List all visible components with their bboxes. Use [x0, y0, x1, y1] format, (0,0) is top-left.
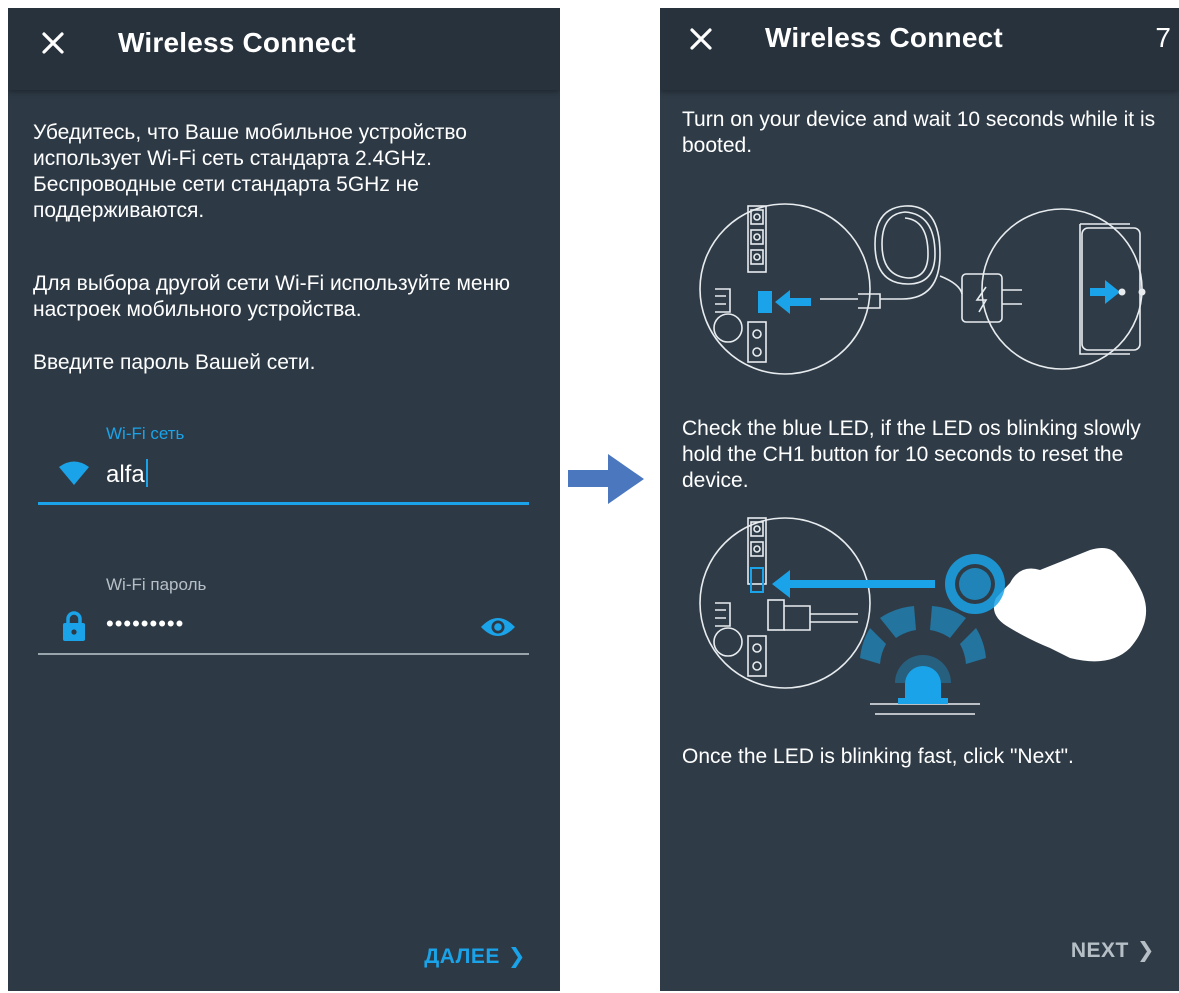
text-cursor	[145, 459, 148, 487]
next-button-label: ДАЛЕЕ	[424, 945, 500, 968]
power-plug-illustration	[699, 203, 1146, 375]
arrow-right-icon	[568, 454, 644, 504]
wifi-network-label: Wi-Fi сеть	[106, 424, 185, 443]
eye-icon[interactable]	[480, 615, 516, 639]
wifi-icon	[59, 461, 89, 485]
power-on-instruction: Turn on your device and wait 10 seconds …	[682, 108, 1156, 157]
chevron-right-icon: ❯	[507, 945, 526, 968]
wifi-network-underline	[38, 502, 529, 505]
wifi-password-input[interactable]: •••••••••	[106, 611, 184, 637]
close-icon[interactable]	[36, 26, 70, 60]
network-settings-text: Для выбора другой сети Wi-Fi используйте…	[33, 272, 510, 321]
app-bar: Wireless Connect	[8, 8, 560, 90]
blinking-fast-instruction: Once the LED is blinking fast, click "Ne…	[682, 745, 1074, 768]
app-bar: Wireless Connect 7	[660, 8, 1179, 90]
app-title: Wireless Connect	[118, 27, 356, 58]
close-icon[interactable]	[684, 22, 718, 56]
next-button-label: NEXT	[1070, 939, 1129, 962]
reset-button-illustration	[699, 517, 1147, 715]
network-notice-text: Убедитесь, что Ваше мобильное устройство…	[33, 121, 467, 222]
wifi-password-label: Wi-Fi пароль	[106, 575, 207, 594]
wifi-password-underline	[38, 653, 529, 655]
lock-icon	[63, 611, 85, 641]
wifi-network-value: alfa	[106, 461, 145, 488]
chevron-right-icon: ❯	[1136, 939, 1155, 962]
wifi-setup-screen: Wireless Connect Убедитесь, что Ваше моб…	[8, 8, 560, 991]
step-number: 7	[1155, 22, 1171, 53]
password-prompt-text: Введите пароль Вашей сети.	[33, 351, 316, 374]
next-button[interactable]: ДАЛЕЕ ❯	[424, 944, 526, 969]
next-button[interactable]: NEXT ❯	[1071, 938, 1155, 963]
app-title: Wireless Connect	[765, 22, 1003, 53]
blue-led-instruction: Check the blue LED, if the LED os blinki…	[682, 417, 1141, 492]
device-reset-screen: Wireless Connect 7 Turn on your device a…	[660, 8, 1179, 991]
wifi-network-input[interactable]: alfa	[106, 459, 148, 489]
